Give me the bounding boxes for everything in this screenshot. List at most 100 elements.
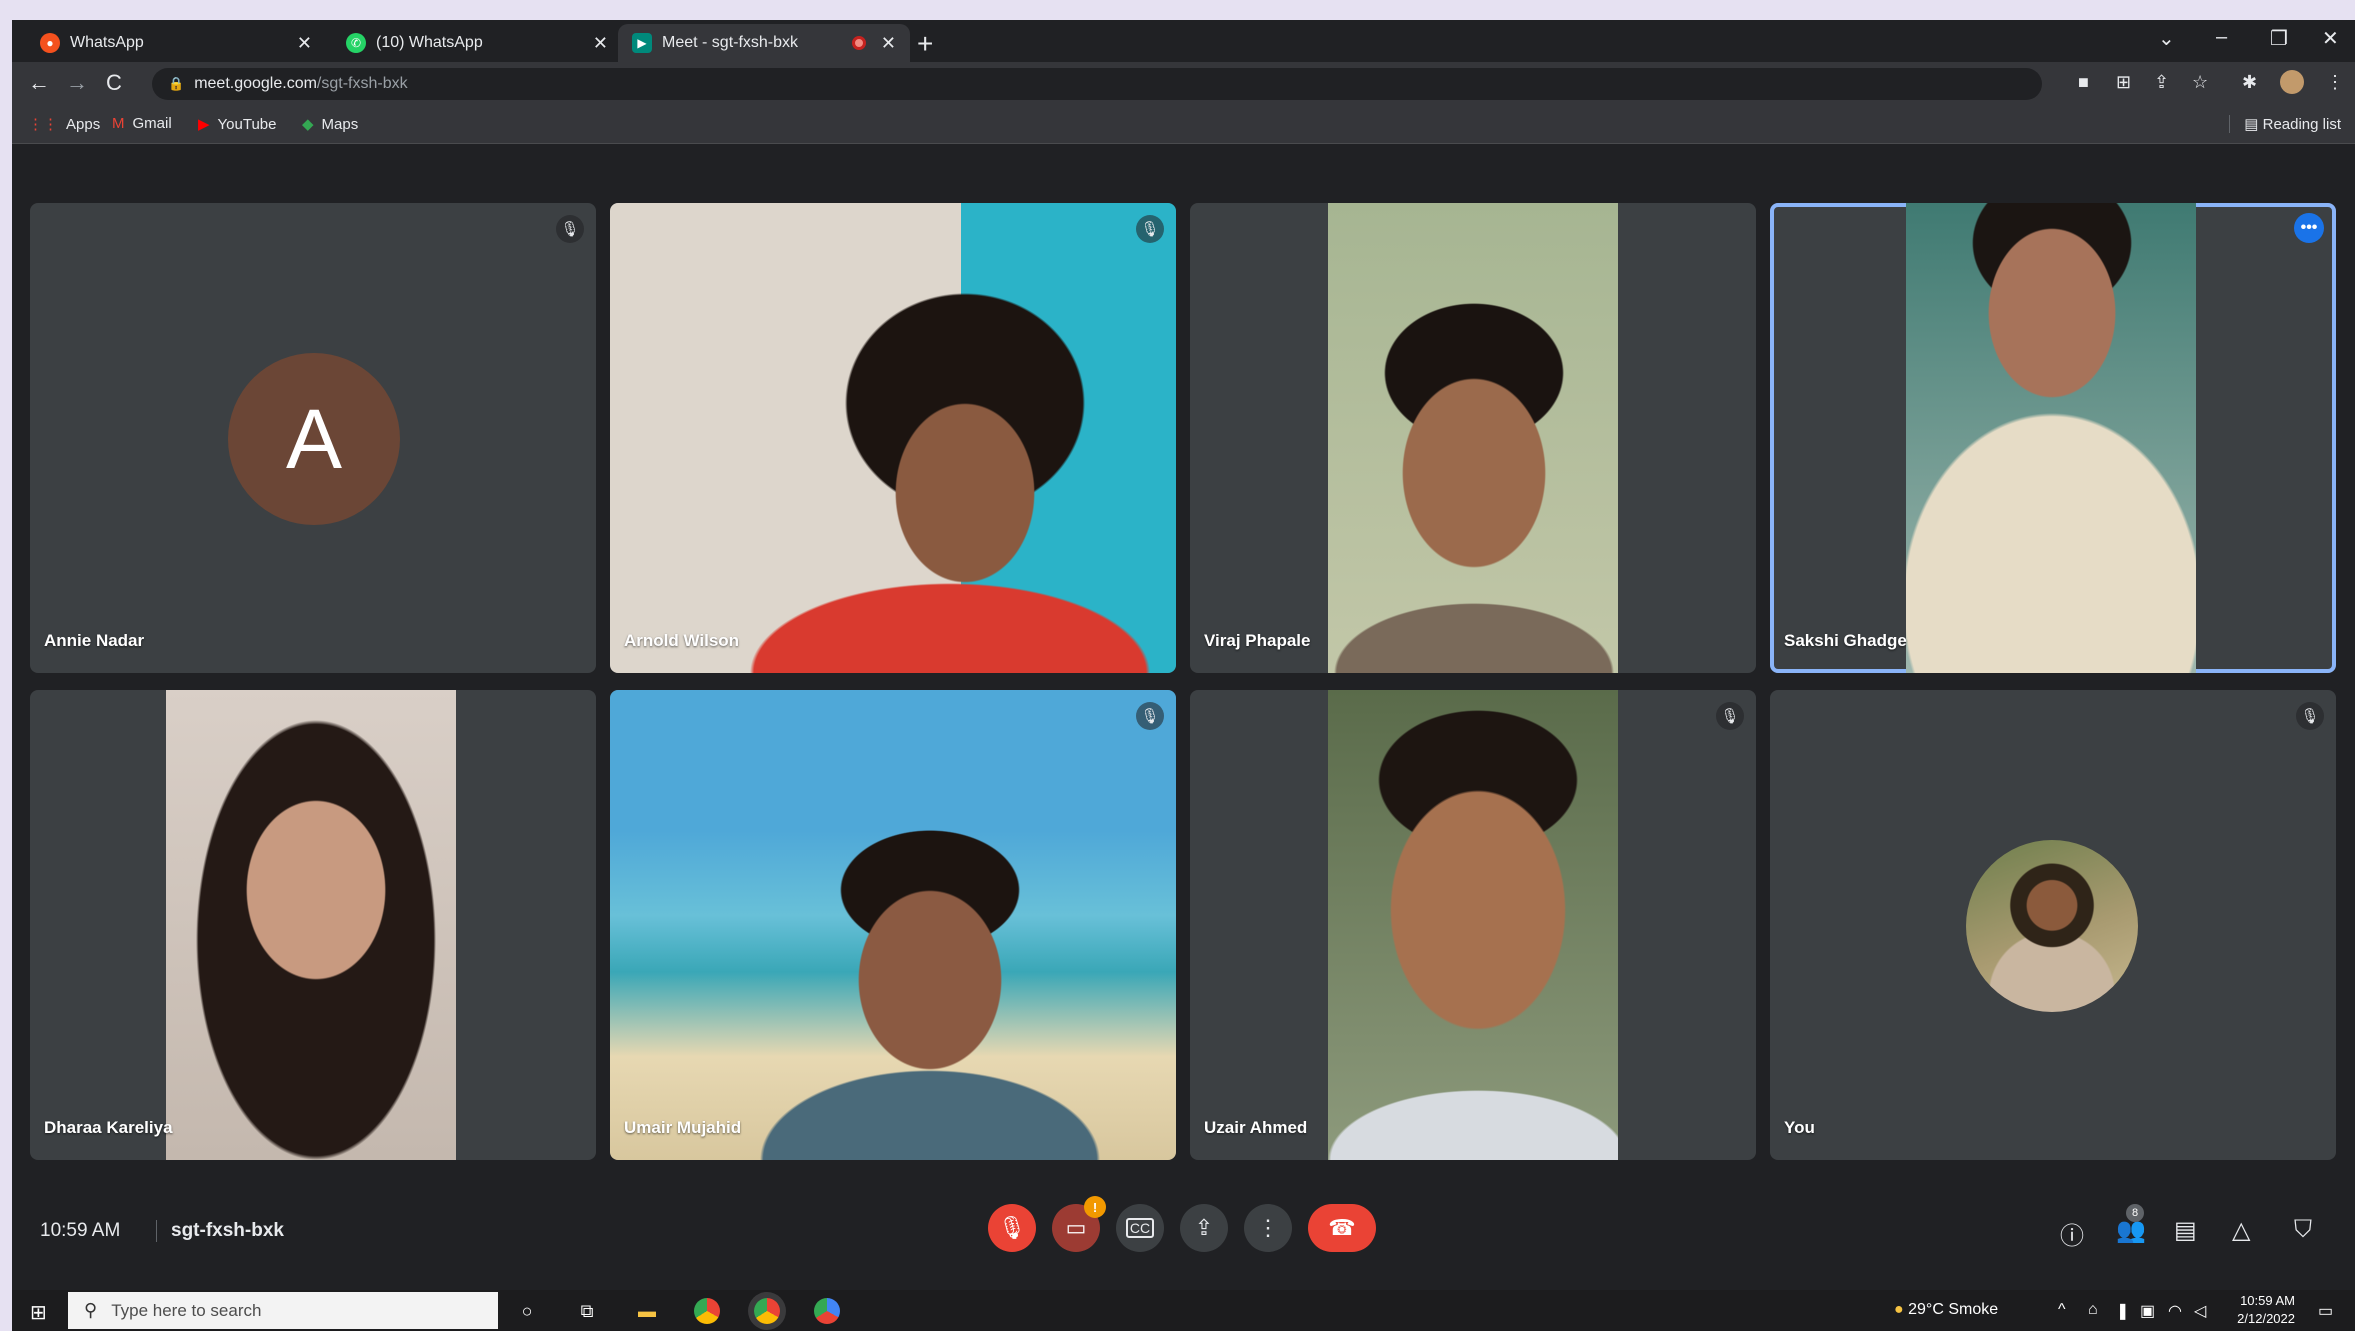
mic-off-icon: 🎙︎	[998, 1215, 1026, 1240]
tab-meet[interactable]: ▶ Meet - sgt-fxsh-bxk ✕	[618, 24, 910, 62]
forward-icon[interactable]: →	[66, 70, 88, 96]
close-icon[interactable]: ✕	[593, 33, 608, 54]
chrome-active-icon[interactable]	[754, 1298, 780, 1324]
wifi-icon[interactable]: ◠	[2168, 1301, 2182, 1321]
translate-icon[interactable]: ⊞	[2116, 72, 2131, 93]
leave-call-button[interactable]: ☎	[1308, 1204, 1376, 1252]
display-icon[interactable]: ▣	[2140, 1301, 2155, 1321]
search-placeholder: Type here to search	[111, 1300, 262, 1320]
video-feed	[610, 203, 1176, 673]
video-feed	[1906, 203, 2196, 673]
participant-name: Annie Nadar	[44, 631, 145, 650]
camera-button[interactable]: ▭ !	[1052, 1196, 1106, 1252]
back-icon[interactable]: ←	[28, 70, 50, 96]
participant-tile[interactable]: A 🎙︎ Annie Nadar	[30, 203, 596, 673]
taskbar-clock[interactable]: 10:59 AM 2/12/2022	[2237, 1292, 2295, 1328]
menu-kebab-icon[interactable]: ⋮	[2326, 72, 2344, 93]
notifications-icon[interactable]: ▭	[2318, 1301, 2333, 1321]
volume-icon[interactable]: ◁	[2194, 1301, 2206, 1321]
participant-name: Arnold Wilson	[624, 631, 740, 650]
participant-name: Uzair Ahmed	[1204, 1118, 1308, 1137]
tab-title: WhatsApp	[70, 34, 144, 51]
chat-icon[interactable]: ▤	[2174, 1216, 2197, 1245]
network-icon[interactable]: ⌂	[2088, 1301, 2098, 1319]
windows-start-icon[interactable]: ⊞	[30, 1300, 47, 1325]
reading-list-button[interactable]: ▤ Reading list	[2229, 115, 2341, 133]
mic-tray-icon: ❚	[2116, 1303, 2130, 1320]
mic-off-icon: 🎙︎	[1136, 215, 1164, 243]
bookmark-apps[interactable]: ⋮⋮ Apps	[28, 115, 100, 134]
participant-tile[interactable]: Dharaa Kareliya	[30, 690, 596, 1160]
mic-off-icon: 🎙︎	[1716, 702, 1744, 730]
weather-widget[interactable]: ● 29°C Smoke	[1894, 1301, 1998, 1319]
bookmarks-bar: ⋮⋮ Apps M Gmail ▶ YouTube ◆ Maps ▤ Reading l…	[12, 106, 2355, 144]
chrome-profile-icon[interactable]	[814, 1298, 840, 1324]
window-close-icon[interactable]: ✕	[2322, 26, 2339, 51]
bookmark-gmail[interactable]: M Gmail	[112, 115, 172, 132]
more-options-button[interactable]: ⋮	[1244, 1204, 1292, 1252]
restore-icon[interactable]: ❐	[2270, 26, 2288, 51]
tray-chevron-icon[interactable]: ^	[2058, 1301, 2066, 1319]
whatsapp-notification-icon: ●	[40, 33, 60, 53]
participant-name: You	[1784, 1118, 1815, 1137]
avatar	[1966, 840, 2138, 1012]
taskbar-search[interactable]: ⚲ Type here to search	[68, 1292, 498, 1329]
lock-icon: 🔒	[168, 76, 185, 91]
phone-hangup-icon: ☎	[1328, 1215, 1356, 1240]
new-tab-icon[interactable]: +	[917, 28, 933, 60]
bookmark-youtube[interactable]: ▶ YouTube	[198, 115, 277, 134]
mic-off-icon: 🎙︎	[1136, 702, 1164, 730]
bookmark-star-icon[interactable]: ☆	[2192, 72, 2208, 93]
microphone-button[interactable]: 🎙︎	[988, 1204, 1036, 1252]
participant-tile[interactable]: 🎙︎ Arnold Wilson	[610, 203, 1176, 673]
participant-tile[interactable]: Viraj Phapale	[1190, 203, 1756, 673]
more-options-button[interactable]: •••	[2294, 213, 2324, 243]
windows-taskbar: ⊞ ⚲ Type here to search ○ ⧉ ▬ ● 29°C Smo…	[12, 1290, 2355, 1331]
share-icon[interactable]: ⇪	[2154, 72, 2169, 93]
video-feed	[166, 690, 456, 1160]
meet-control-bar: 10:59 AM sgt-fxsh-bxk 🎙︎ ▭ ! CC ⇪ ⋮ ☎ ⓘ …	[12, 1180, 2355, 1290]
camera-off-icon: ▭	[1065, 1215, 1087, 1240]
url-path: /sgt-fxsh-bxk	[316, 75, 408, 92]
tab-search-icon[interactable]: ⌄	[2158, 26, 2175, 51]
chrome-icon[interactable]	[694, 1298, 720, 1324]
people-icon[interactable]: 👥 8	[2116, 1204, 2146, 1245]
close-icon[interactable]: ✕	[297, 33, 312, 54]
browser-toolbar: ← → C 🔒 meet.google.com/sgt-fxsh-bxk ■ ⊞…	[12, 62, 2355, 106]
gmail-icon: M	[112, 115, 125, 132]
more-vert-icon: ⋮	[1257, 1215, 1279, 1240]
tab-strip: ● WhatsApp ✕ ✆ (10) WhatsApp ✕ ▶ Meet - …	[12, 20, 2355, 62]
extensions-icon[interactable]: ✱	[2242, 72, 2257, 93]
reload-icon[interactable]: C	[106, 70, 122, 96]
participant-name: Umair Mujahid	[624, 1118, 742, 1137]
bookmark-maps[interactable]: ◆ Maps	[302, 115, 358, 134]
address-bar[interactable]: 🔒 meet.google.com/sgt-fxsh-bxk	[152, 68, 2042, 100]
tab-whatsapp-web[interactable]: ✆ (10) WhatsApp ✕	[332, 24, 622, 62]
host-controls-icon[interactable]: ⛉	[2294, 1216, 2312, 1244]
activities-icon[interactable]: △	[2232, 1216, 2250, 1245]
present-button[interactable]: ⇪	[1180, 1204, 1228, 1252]
profile-avatar[interactable]	[2280, 70, 2304, 94]
file-explorer-icon[interactable]: ▬	[634, 1298, 660, 1324]
close-icon[interactable]: ✕	[881, 33, 896, 54]
participant-tile[interactable]: 🎙︎ Umair Mujahid	[610, 690, 1176, 1160]
meeting-details-icon[interactable]: ⓘ	[2060, 1216, 2084, 1251]
reading-list-icon: ▤	[2244, 116, 2263, 133]
task-view-icon[interactable]: ⧉	[574, 1298, 600, 1324]
youtube-icon: ▶	[198, 116, 210, 133]
tab-title: Meet - sgt-fxsh-bxk	[662, 34, 799, 51]
url-host: meet.google.com	[194, 75, 317, 92]
people-count-badge: 8	[2126, 1204, 2144, 1222]
tab-title: (10) WhatsApp	[376, 34, 483, 51]
cortana-icon[interactable]: ○	[514, 1298, 540, 1324]
captions-button[interactable]: CC	[1116, 1204, 1164, 1252]
video-feed	[1328, 203, 1618, 673]
mic-off-icon: 🎙︎	[2296, 702, 2324, 730]
camera-in-use-icon[interactable]: ■	[2078, 72, 2089, 93]
minimize-icon[interactable]: –	[2216, 26, 2227, 49]
participant-tile[interactable]: 🎙︎ Uzair Ahmed	[1190, 690, 1756, 1160]
tab-whatsapp[interactable]: ● WhatsApp ✕	[26, 24, 326, 62]
participant-tile[interactable]: ••• Sakshi Ghadge	[1770, 203, 2336, 673]
participant-name: Viraj Phapale	[1204, 631, 1311, 650]
participant-tile[interactable]: 🎙︎ You	[1770, 690, 2336, 1160]
